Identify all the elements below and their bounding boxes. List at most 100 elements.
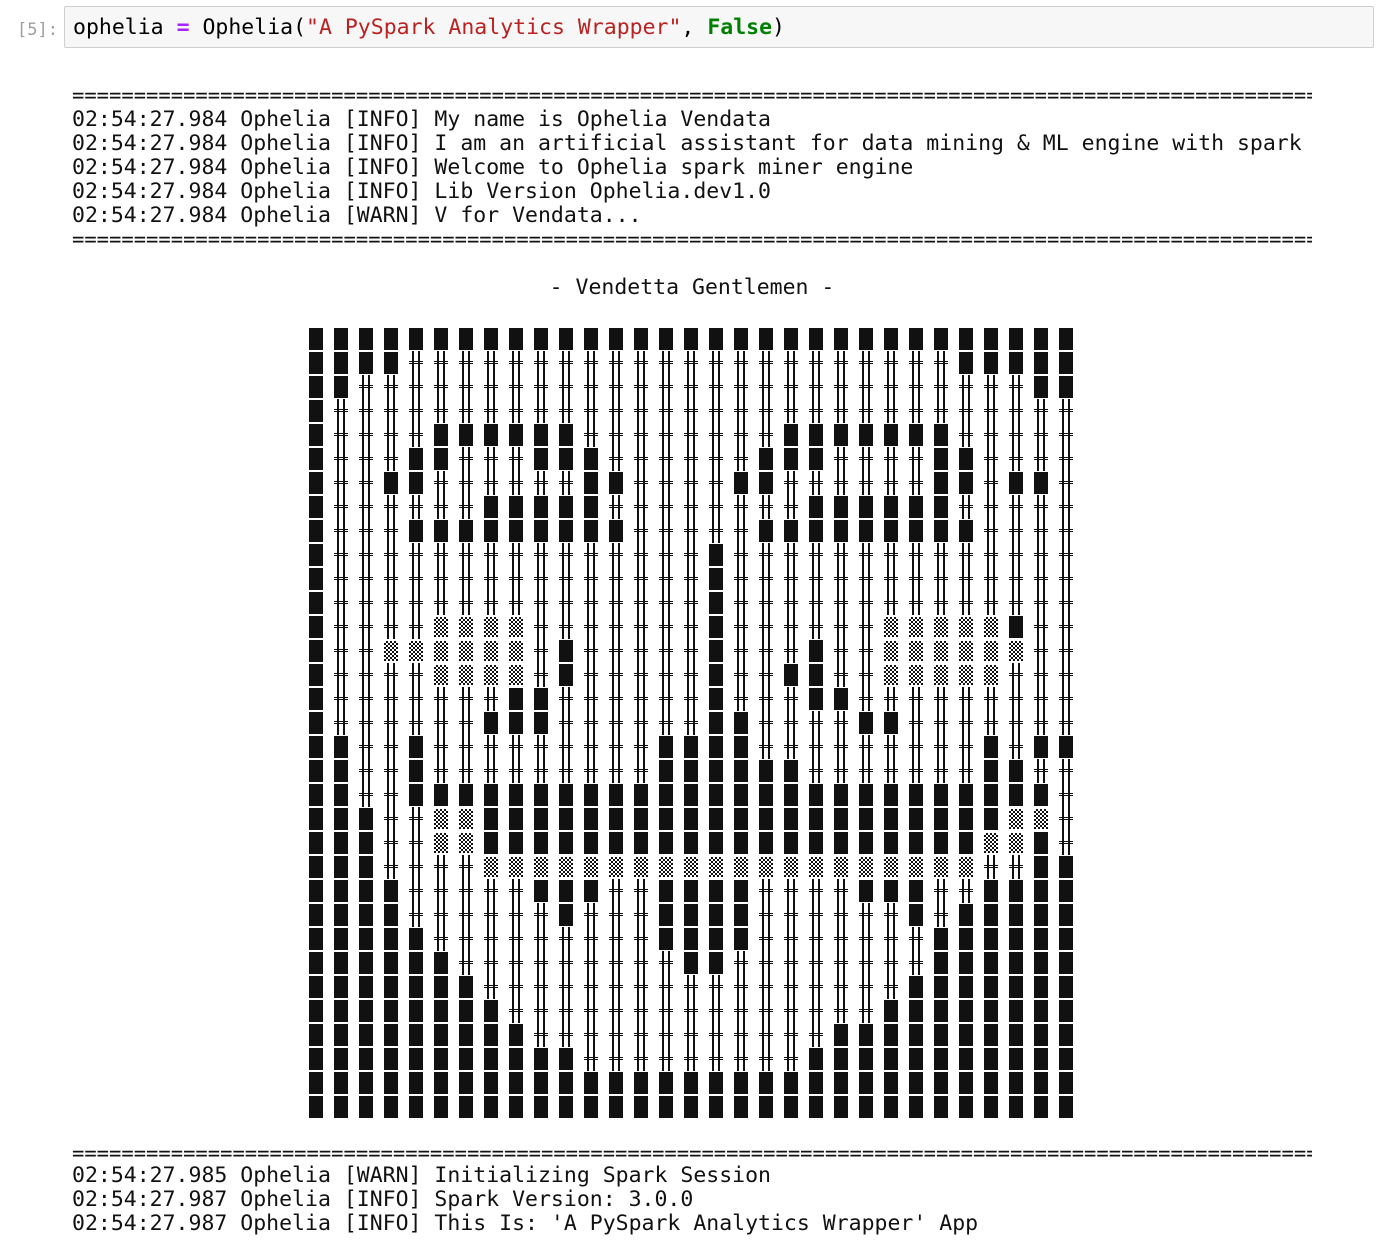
art-shade-block	[434, 639, 459, 663]
art-double-rail	[359, 639, 384, 663]
ascii-art-row	[309, 855, 1075, 879]
art-double-rail	[759, 495, 784, 519]
art-full-block	[734, 735, 759, 759]
art-double-rail	[684, 1023, 709, 1047]
art-double-rail	[834, 567, 859, 591]
art-double-rail	[484, 879, 509, 903]
art-full-block	[809, 423, 834, 447]
art-double-rail	[1059, 471, 1084, 495]
art-double-rail	[834, 663, 859, 687]
art-full-block	[959, 927, 984, 951]
art-double-rail	[759, 951, 784, 975]
art-full-block	[1034, 927, 1059, 951]
art-double-rail	[559, 975, 584, 999]
art-shade-block	[834, 855, 859, 879]
art-double-rail	[1059, 615, 1084, 639]
art-double-rail	[609, 375, 634, 399]
art-double-rail	[984, 375, 1009, 399]
art-double-rail	[634, 615, 659, 639]
art-full-block	[759, 807, 784, 831]
art-double-rail	[934, 735, 959, 759]
art-full-block	[409, 951, 434, 975]
art-full-block	[809, 1047, 834, 1071]
art-double-rail	[1034, 711, 1059, 735]
art-full-block	[309, 1095, 334, 1119]
art-full-block	[384, 903, 409, 927]
code-line[interactable]: ophelia = Ophelia("A PySpark Analytics W…	[73, 16, 785, 40]
art-double-rail	[1059, 807, 1084, 831]
art-full-block	[559, 423, 584, 447]
art-full-block	[709, 591, 734, 615]
art-double-rail	[359, 735, 384, 759]
art-full-block	[534, 879, 559, 903]
art-double-rail	[559, 615, 584, 639]
art-full-block	[534, 327, 559, 351]
art-full-block	[959, 807, 984, 831]
art-full-block	[759, 447, 784, 471]
art-full-block	[459, 1047, 484, 1071]
art-full-block	[459, 327, 484, 351]
art-double-rail	[434, 711, 459, 735]
art-shade-block	[509, 639, 534, 663]
art-full-block	[309, 783, 334, 807]
art-full-block	[659, 1095, 684, 1119]
art-shade-block	[484, 855, 509, 879]
art-shade-block	[859, 855, 884, 879]
art-double-rail	[534, 999, 559, 1023]
art-double-rail	[559, 1023, 584, 1047]
art-full-block	[384, 927, 409, 951]
art-double-rail	[534, 975, 559, 999]
art-double-rail	[659, 663, 684, 687]
art-double-rail	[909, 735, 934, 759]
art-double-rail	[1009, 687, 1034, 711]
art-full-block	[709, 711, 734, 735]
art-full-block	[859, 807, 884, 831]
art-full-block	[309, 831, 334, 855]
art-double-rail	[459, 879, 484, 903]
art-full-block	[509, 327, 534, 351]
art-shade-block	[509, 615, 534, 639]
art-full-block	[1034, 783, 1059, 807]
art-full-block	[784, 519, 809, 543]
art-full-block	[409, 327, 434, 351]
art-double-rail	[859, 543, 884, 567]
art-full-block	[709, 807, 734, 831]
art-double-rail	[334, 447, 359, 471]
art-double-rail	[659, 567, 684, 591]
art-full-block	[559, 807, 584, 831]
art-full-block	[359, 327, 384, 351]
art-double-rail	[809, 999, 834, 1023]
art-double-rail	[1034, 663, 1059, 687]
art-double-rail	[659, 399, 684, 423]
art-full-block	[909, 1047, 934, 1071]
art-double-rail	[384, 567, 409, 591]
art-double-rail	[1009, 735, 1034, 759]
art-double-rail	[384, 375, 409, 399]
art-shade-block	[1009, 831, 1034, 855]
art-full-block	[759, 471, 784, 495]
art-full-block	[834, 495, 859, 519]
art-full-block	[809, 687, 834, 711]
code-input-cell[interactable]: ophelia = Ophelia("A PySpark Analytics W…	[64, 6, 1374, 48]
art-double-rail	[484, 903, 509, 927]
art-double-rail	[734, 519, 759, 543]
art-full-block	[609, 519, 634, 543]
ascii-art-row	[309, 375, 1075, 399]
art-full-block	[434, 1095, 459, 1119]
art-double-rail	[459, 759, 484, 783]
art-double-rail	[984, 423, 1009, 447]
art-double-rail	[409, 663, 434, 687]
art-double-rail	[809, 903, 834, 927]
art-full-block	[784, 1071, 809, 1095]
art-double-rail	[459, 951, 484, 975]
art-full-block	[859, 831, 884, 855]
art-full-block	[959, 975, 984, 999]
art-shade-block	[934, 663, 959, 687]
art-double-rail	[484, 471, 509, 495]
art-full-block	[909, 1071, 934, 1095]
art-full-block	[934, 423, 959, 447]
art-double-rail	[359, 495, 384, 519]
art-double-rail	[1034, 615, 1059, 639]
art-double-rail	[884, 591, 909, 615]
art-double-rail	[559, 999, 584, 1023]
